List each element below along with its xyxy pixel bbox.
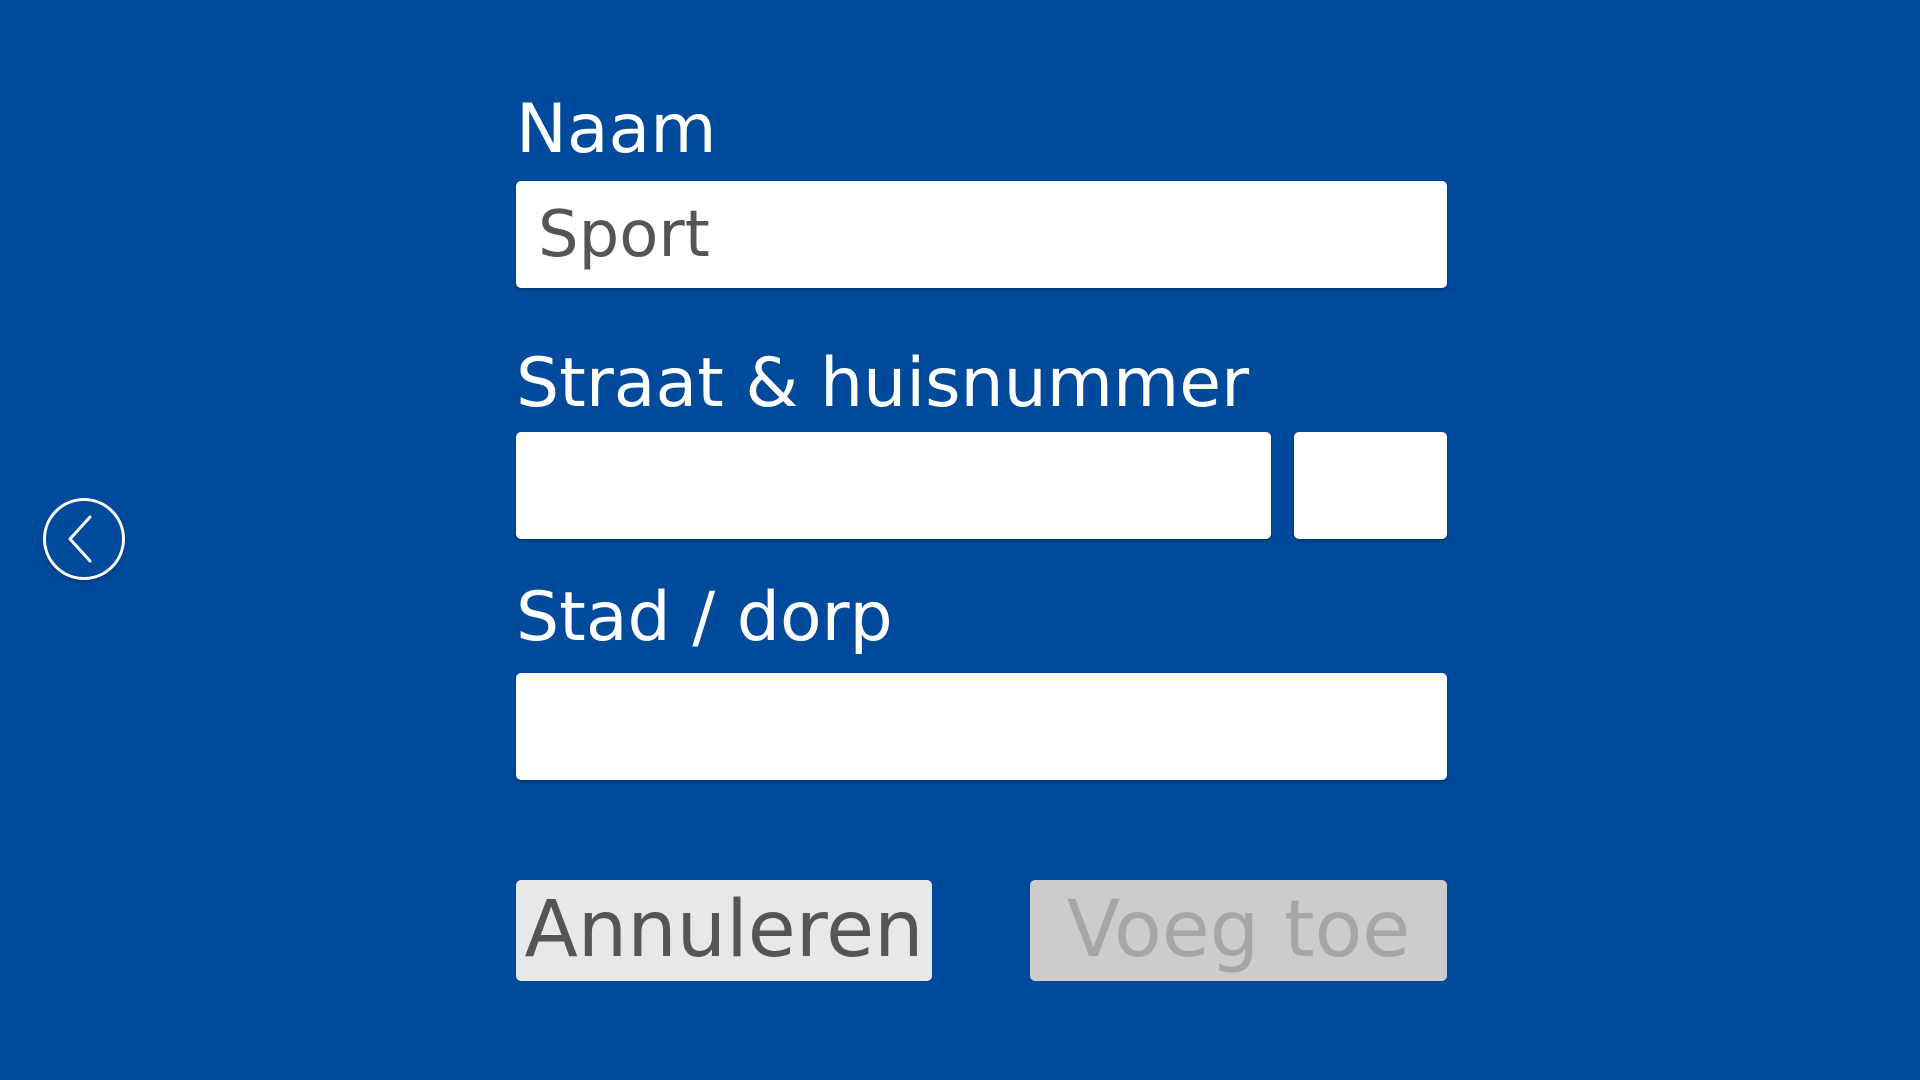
house-number-input[interactable] bbox=[1294, 432, 1447, 539]
street-input[interactable] bbox=[516, 432, 1271, 539]
city-label: Stad / dorp bbox=[516, 578, 893, 657]
cancel-button[interactable]: Annuleren bbox=[516, 880, 932, 981]
city-input[interactable] bbox=[516, 673, 1447, 780]
chevron-left-icon bbox=[68, 515, 92, 563]
add-button[interactable]: Voeg toe bbox=[1030, 880, 1447, 981]
street-label: Straat & huisnummer bbox=[516, 344, 1250, 423]
back-button[interactable] bbox=[43, 498, 125, 580]
name-input[interactable] bbox=[516, 181, 1447, 288]
name-label: Naam bbox=[516, 90, 717, 169]
add-address-screen: Naam Straat & huisnummer Stad / dorp Ann… bbox=[0, 0, 1920, 1080]
